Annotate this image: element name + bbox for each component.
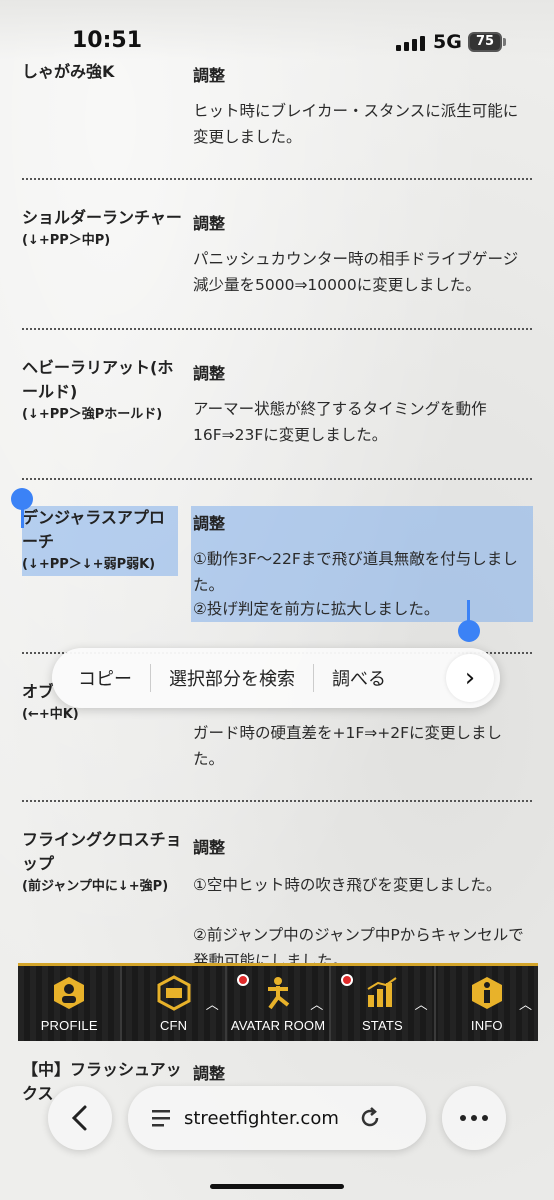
nav-label: STATS xyxy=(361,1018,403,1033)
nav-label: CFN xyxy=(159,1018,188,1033)
avatar-icon xyxy=(259,974,297,1012)
battery-icon: 75 xyxy=(468,32,502,52)
divider xyxy=(22,178,532,180)
change-description-2: ②投げ判定を前方に拡大しました。 xyxy=(193,600,440,618)
nav-label: INFO xyxy=(470,1018,503,1033)
change-type: 調整 xyxy=(193,214,226,233)
notification-badge xyxy=(341,974,354,986)
change-type: 調整 xyxy=(193,364,226,383)
change-description: アーマー状態が終了するタイミングを動作16F⇒23Fに変更しました。 xyxy=(193,400,487,444)
move-title: ショルダーランチャー xyxy=(22,208,182,227)
move-command: (↓+PP＞↓+弱P弱K) xyxy=(22,557,156,572)
reload-icon xyxy=(361,1107,379,1127)
status-bar: 10:51 5G 75 xyxy=(0,0,554,60)
more-options-button[interactable] xyxy=(442,1086,506,1150)
address-bar[interactable]: streetfighter.com xyxy=(128,1086,426,1150)
cfn-icon xyxy=(155,974,193,1012)
move-title: オブ xyxy=(22,682,55,701)
selection-start-line xyxy=(21,498,24,528)
chevron-up-icon: ︿ xyxy=(205,998,219,1013)
move-command: (前ジャンプ中に↓+強P) xyxy=(22,879,169,894)
profile-icon xyxy=(50,974,88,1012)
stats-icon xyxy=(363,974,401,1012)
battery-level: 75 xyxy=(475,34,495,49)
look-up-menu-item[interactable]: 調べる xyxy=(314,665,404,691)
move-title: フライングクロスチョップ xyxy=(22,830,182,873)
change-description: ガード時の硬直差を+1F⇒+2Fに変更しました。 xyxy=(193,724,503,768)
change-description: ヒット時にブレイカー・スタンスに派生可能に変更しました。 xyxy=(193,102,519,146)
text-context-menu: コピー 選択部分を検索 調べる › xyxy=(52,648,500,708)
signal-icon xyxy=(396,35,426,51)
move-name[interactable]: デンジャラスアプローチ (↓+PP＞↓+弱P弱K) xyxy=(22,506,178,576)
back-button[interactable] xyxy=(48,1086,112,1150)
move-title: ヘビーラリアット(ホールド) xyxy=(22,358,174,401)
nav-label: PROFILE xyxy=(40,1018,98,1033)
change-type: 調整 xyxy=(193,838,226,857)
nav-stats[interactable]: STATS ︿ xyxy=(331,966,436,1041)
move-command: (↓+PP＞強Pホールド) xyxy=(22,407,163,422)
notification-badge xyxy=(236,974,249,986)
change-description: パニッシュカウンター時の相手ドライブゲージ減少量を5000⇒10000に変更しま… xyxy=(193,250,519,294)
nav-info[interactable]: INFO ︿ xyxy=(436,966,538,1041)
nav-avatar-room[interactable]: AVATAR ROOM ︿ xyxy=(227,966,332,1041)
reader-icon xyxy=(152,1110,170,1127)
network-type: 5G xyxy=(433,31,462,53)
chevron-left-icon xyxy=(71,1105,87,1131)
nav-cfn[interactable]: CFN ︿ xyxy=(122,966,227,1041)
nav-profile[interactable]: PROFILE xyxy=(18,966,123,1041)
status-time: 10:51 xyxy=(72,28,143,53)
change-description: ①動作3F〜22Fまで飛び道具無敵を付与しました。 xyxy=(193,550,518,594)
info-icon xyxy=(468,974,506,1012)
divider xyxy=(22,328,532,330)
change-type: 調整 xyxy=(193,514,226,533)
move-title: デンジャラスアプローチ xyxy=(22,508,165,551)
change-type: 調整 xyxy=(193,66,226,85)
move-name: ショルダーランチャー (↓+PP＞中P) xyxy=(22,206,182,252)
move-name: ヘビーラリアット(ホールド) (↓+PP＞強Pホールド) xyxy=(22,356,182,426)
game-nav-bar: PROFILE CFN ︿ AVATAR ROOM ︿ STATS ︿ INFO… xyxy=(18,963,538,1041)
divider xyxy=(22,800,532,802)
copy-menu-item[interactable]: コピー xyxy=(52,665,150,691)
url-text: streetfighter.com xyxy=(184,1107,339,1129)
divider xyxy=(22,478,532,480)
more-icon xyxy=(460,1115,488,1121)
home-indicator xyxy=(210,1184,344,1189)
selection-end-handle[interactable] xyxy=(458,620,480,642)
change-description: ①空中ヒット時の吹き飛びを変更しました。 xyxy=(193,876,502,894)
move-name: フライングクロスチョップ (前ジャンプ中に↓+強P) xyxy=(22,828,182,898)
chevron-up-icon: ︿ xyxy=(414,998,428,1013)
search-selection-menu-item[interactable]: 選択部分を検索 xyxy=(151,665,313,691)
chevron-up-icon: ︿ xyxy=(519,998,533,1013)
move-name: しゃがみ強K xyxy=(22,62,115,81)
nav-label: AVATAR ROOM xyxy=(230,1018,326,1033)
change-type: 調整 xyxy=(193,1064,226,1083)
chevron-right-icon[interactable]: › xyxy=(446,654,494,702)
battery-tip xyxy=(503,38,506,46)
move-command: (↓+PP＞中P) xyxy=(22,233,111,248)
chevron-up-icon: ︿ xyxy=(310,998,324,1013)
